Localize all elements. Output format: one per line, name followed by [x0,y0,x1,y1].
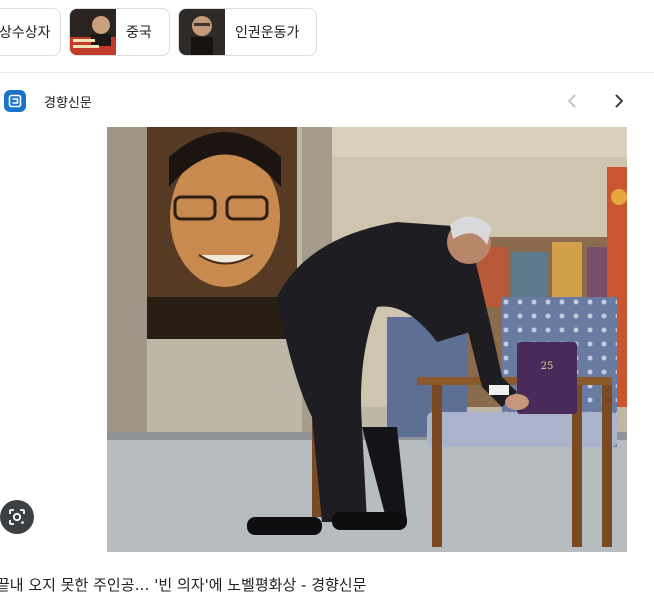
chip-related-3[interactable]: 인권운동가 [178,8,317,56]
chip-label: 인권운동가 [235,25,300,41]
chevron-left-icon[interactable] [561,90,583,112]
svg-text:25: 25 [541,361,554,372]
chip-related-2[interactable]: 중국 [69,8,170,56]
chip-thumbnail [70,9,116,55]
related-searches: 상수상자 중국 인권운동가 [0,0,654,70]
lens-icon[interactable] [0,500,34,534]
divider [0,72,654,73]
source-row: 경향신문 [0,84,654,116]
image-caption[interactable]: 끝내 오지 못한 주인공… '빈 의자'에 노벨평화상 - 경향신문 [0,574,366,595]
source-logo[interactable] [4,90,26,112]
chip-related-1[interactable]: 상수상자 [0,8,61,56]
chip-thumbnail [179,9,225,55]
chevron-right-icon[interactable] [608,90,630,112]
chip-label: 상수상자 [0,25,51,41]
chip-label: 중국 [126,25,152,41]
main-image[interactable]: 25 [107,127,627,552]
source-name[interactable]: 경향신문 [44,92,92,111]
